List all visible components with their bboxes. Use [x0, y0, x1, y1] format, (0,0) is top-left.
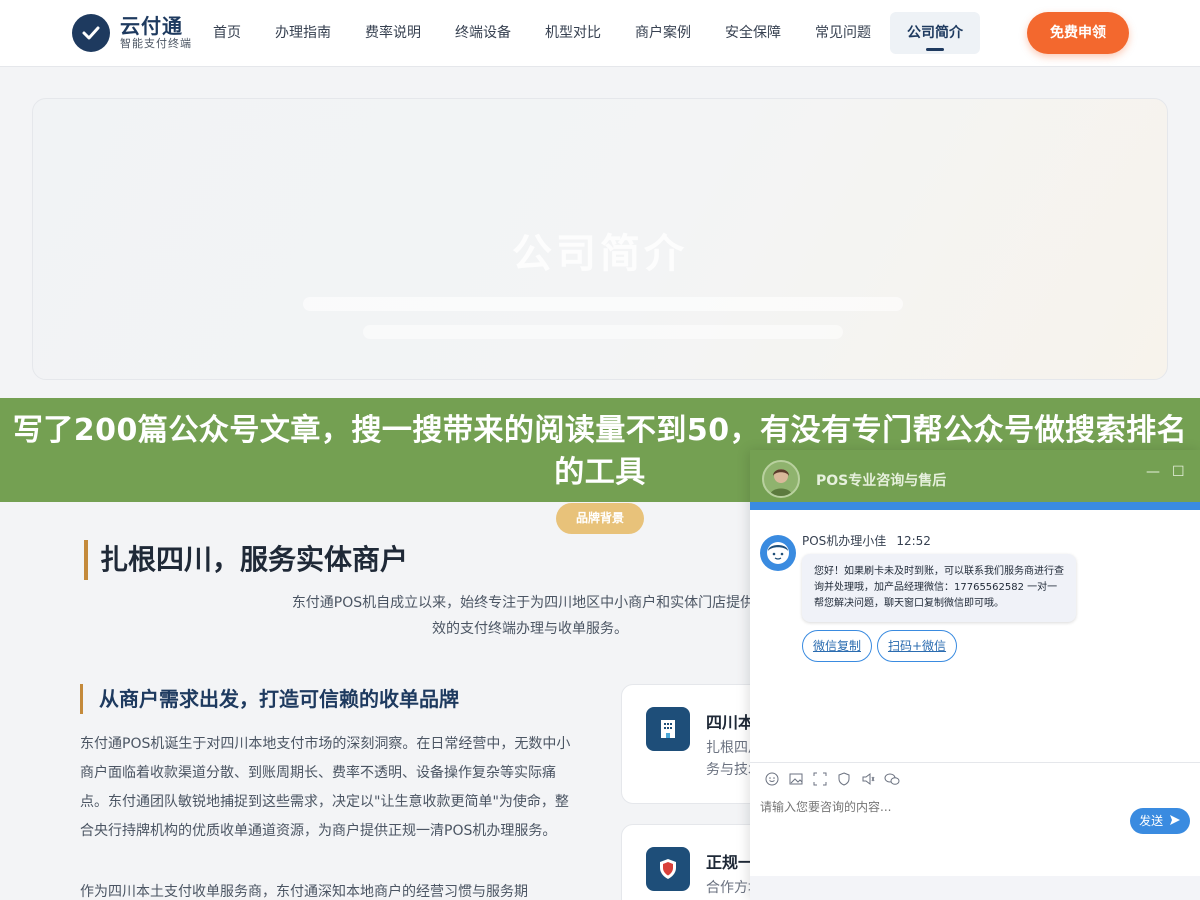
chat-title: POS专业咨询与售后 — [816, 473, 947, 489]
screenshot-icon[interactable] — [808, 770, 832, 788]
nav-cases[interactable]: 商户案例 — [618, 12, 708, 54]
send-label: 发送 — [1139, 814, 1164, 828]
divider — [750, 762, 1200, 763]
site-header: 云付通 智能支付终端 首页 办理指南 费率说明 终端设备 机型对比 商户案例 安… — [0, 0, 1200, 67]
shield-icon — [646, 847, 690, 891]
chat-header-accent — [750, 502, 1200, 510]
free-apply-button[interactable]: 免费申领 — [1027, 12, 1129, 54]
section-pill: 品牌背景 — [556, 503, 644, 534]
site-logo[interactable]: 云付通 智能支付终端 — [72, 14, 192, 52]
nav-guide[interactable]: 办理指南 — [258, 12, 348, 54]
subsection-title: 从商户需求出发，打造可信赖的收单品牌 — [80, 684, 459, 714]
hero-title: 公司简介 — [512, 231, 688, 277]
intro-paragraph: 作为四川本土支付收单服务商，东付通深知本地商户的经营习惯与服务期 — [80, 884, 528, 900]
chat-toolbar — [760, 770, 904, 788]
main-nav: 首页 办理指南 费率说明 终端设备 机型对比 商户案例 安全保障 常见问题 公司… — [196, 12, 980, 54]
card-title: 四川本 — [706, 713, 755, 732]
message-bubble: 您好！如果刷卡未及时到账，可以联系我们服务商进行查询并处理哦，加产品经理微信：1… — [802, 554, 1076, 622]
wechat-icon[interactable] — [880, 770, 904, 788]
send-button[interactable]: 发送 — [1130, 808, 1190, 834]
rate-icon[interactable] — [832, 770, 856, 788]
chat-header: POS专业咨询与售后 — ☐ — [750, 450, 1200, 508]
checkmark-icon — [72, 14, 110, 52]
section-title: 扎根四川，服务实体商户 — [84, 540, 408, 580]
section-description: 东付通POS机自成立以来，始终专注于为四川地区中小商户和实体门店提供高效的支付终… — [291, 595, 769, 637]
nav-about[interactable]: 公司简介 — [890, 12, 980, 54]
hero-subtitle-placeholder — [303, 297, 903, 311]
nav-rates[interactable]: 费率说明 — [348, 12, 438, 54]
logo-name: 云付通 — [120, 14, 183, 38]
building-icon — [646, 707, 690, 751]
card-title: 正规一 — [706, 853, 755, 872]
agent-avatar — [760, 535, 796, 571]
minimize-icon[interactable]: — — [1146, 464, 1160, 480]
nav-devices[interactable]: 终端设备 — [438, 12, 528, 54]
chat-input[interactable] — [760, 800, 1120, 814]
hero-subtitle-placeholder — [363, 325, 843, 339]
intro-paragraph: 东付通POS机诞生于对四川本地支付市场的深刻洞察。在日常经营中，无数中小商户面临… — [80, 736, 571, 839]
message-meta: POS机办理小佳 12:52 — [802, 532, 931, 549]
agent-name: POS机办理小佳 — [802, 534, 887, 548]
nav-compare[interactable]: 机型对比 — [528, 12, 618, 54]
logo-subtitle: 智能支付终端 — [120, 37, 192, 50]
chat-footer — [750, 876, 1200, 900]
image-icon[interactable] — [784, 770, 808, 788]
voice-icon[interactable] — [856, 770, 880, 788]
nav-security[interactable]: 安全保障 — [708, 12, 798, 54]
maximize-icon[interactable]: ☐ — [1172, 464, 1185, 480]
copy-wechat-button[interactable]: 微信复制 — [802, 630, 872, 662]
message-time: 12:52 — [896, 534, 931, 548]
scan-wechat-button[interactable]: 扫码+微信 — [877, 630, 957, 662]
nav-home[interactable]: 首页 — [196, 12, 258, 54]
emoji-icon[interactable] — [760, 770, 784, 788]
agent-avatar — [762, 460, 800, 498]
hero-banner: 公司简介 — [32, 98, 1168, 380]
chat-widget: POS专业咨询与售后 — ☐ POS机办理小佳 12:52 您好！如果刷卡未及时到… — [750, 450, 1200, 900]
nav-faq[interactable]: 常见问题 — [798, 12, 888, 54]
send-icon — [1169, 815, 1180, 825]
